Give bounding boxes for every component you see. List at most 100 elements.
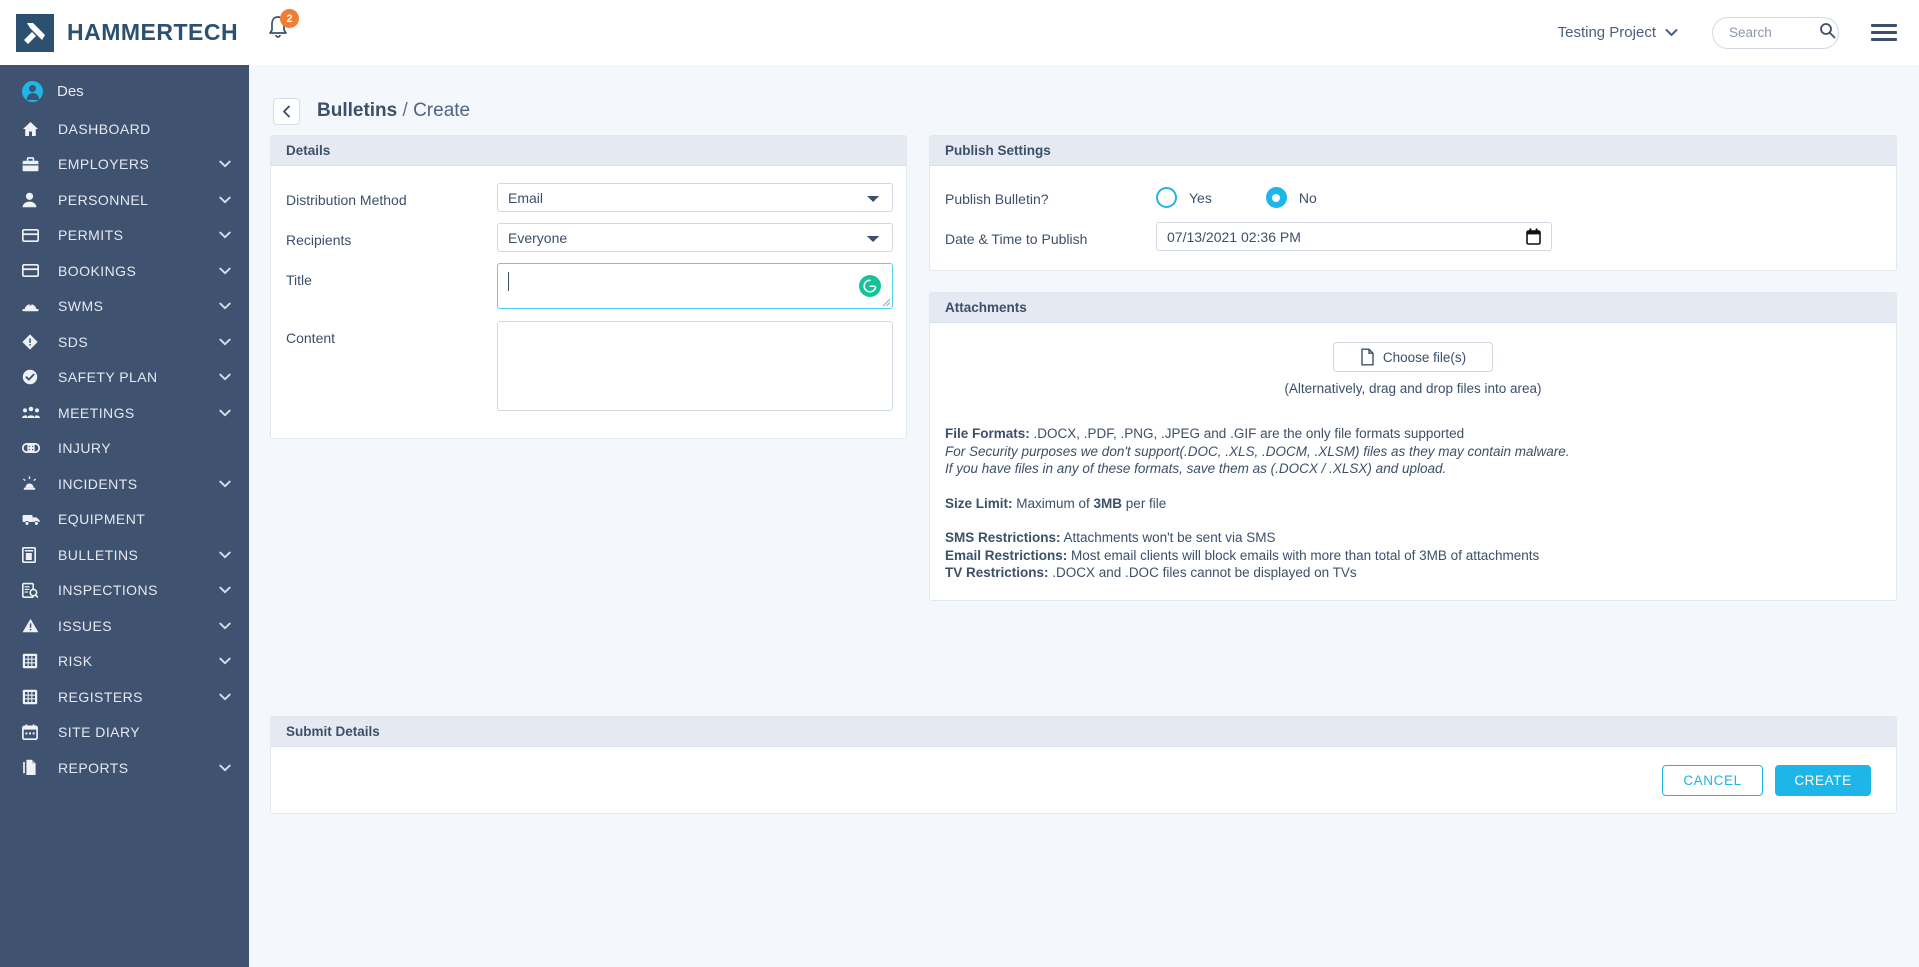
chevron-down-icon[interactable] — [219, 764, 231, 772]
attachments-body: Choose file(s) (Alternatively, drag and … — [930, 323, 1896, 600]
content-textarea[interactable] — [497, 321, 893, 411]
security-line-1-text: For Security purposes we don't support(.… — [945, 443, 1570, 459]
sidebar-item-personnel[interactable]: PERSONNEL — [0, 182, 249, 218]
hamburger-menu-icon[interactable] — [1871, 24, 1897, 41]
attachment-notes: File Formats: .DOCX, .PDF, .PNG, .JPEG a… — [945, 425, 1881, 582]
brand-logo[interactable]: HAMMERTECH — [16, 13, 238, 52]
publish-settings-card: Publish Settings Publish Bulletin? Yes N… — [929, 135, 1897, 271]
publish-radio-no-label[interactable]: No — [1299, 190, 1317, 206]
sidebar-item-meetings[interactable]: MEETINGS — [0, 395, 249, 431]
chevron-down-icon[interactable] — [219, 657, 231, 665]
create-button[interactable]: CREATE — [1775, 764, 1871, 796]
sidebar-item-reports[interactable]: REPORTS — [0, 750, 249, 786]
chevron-down-icon[interactable] — [219, 480, 231, 488]
sidebar-nav: DASHBOARD EMPLOYERS PERSONNEL PERMITS BOOKIN… — [0, 111, 249, 786]
chevron-down-icon[interactable] — [219, 267, 231, 275]
sidebar-item-label: MEETINGS — [58, 404, 135, 421]
size-limit-value: 3MB — [1093, 495, 1123, 511]
chevron-down-icon[interactable] — [219, 231, 231, 239]
sidebar-user-name: Des — [57, 82, 84, 100]
title-input[interactable] — [498, 264, 892, 308]
sidebar-item-label: INCIDENTS — [58, 475, 138, 492]
recipients-select[interactable]: Everyone — [497, 223, 893, 252]
right-column: Publish Settings Publish Bulletin? Yes N… — [929, 135, 1897, 601]
sidebar-item-employers[interactable]: EMPLOYERS — [0, 147, 249, 183]
tv-restrictions-label: TV Restrictions: — [945, 565, 1049, 580]
grid-matrix-icon — [22, 688, 43, 706]
project-selector-label: Testing Project — [1557, 24, 1656, 41]
email-restrictions-note: Email Restrictions: Most email clients w… — [945, 547, 1881, 565]
sidebar-item-sds[interactable]: SDS — [0, 324, 249, 360]
sidebar-item-label: RISK — [58, 653, 93, 670]
chevron-down-icon[interactable] — [219, 160, 231, 168]
cancel-button[interactable]: CANCEL — [1662, 764, 1763, 796]
notifications-button[interactable]: 2 — [265, 9, 301, 49]
chevron-down-icon[interactable] — [219, 586, 231, 594]
publish-radio-yes[interactable] — [1156, 187, 1177, 208]
datetime-input[interactable] — [1157, 227, 1497, 246]
chevron-down-icon[interactable] — [219, 693, 231, 701]
sidebar-item-injury[interactable]: INJURY — [0, 431, 249, 467]
sidebar-item-label: PERMITS — [58, 227, 124, 244]
choose-files-button[interactable]: Choose file(s) — [1333, 342, 1493, 372]
sidebar-item-registers[interactable]: REGISTERS — [0, 679, 249, 715]
sidebar-item-dashboard[interactable]: DASHBOARD — [0, 111, 249, 147]
breadcrumb-root[interactable]: Bulletins — [317, 100, 397, 121]
sms-restrictions-text: Attachments won't be sent via SMS — [1060, 530, 1276, 545]
title-row: Title — [271, 263, 906, 309]
sidebar-item-bulletins[interactable]: BULLETINS — [0, 537, 249, 573]
title-input-wrapper[interactable] — [497, 263, 893, 309]
sidebar-item-safety-plan[interactable]: SAFETY PLAN — [0, 360, 249, 396]
details-card-title: Details — [271, 136, 906, 166]
drag-drop-hint: (Alternatively, drag and drop files into… — [1284, 381, 1542, 396]
chevron-down-icon[interactable] — [219, 196, 231, 204]
bandage-icon — [22, 439, 43, 457]
sidebar-item-equipment[interactable]: EQUIPMENT — [0, 502, 249, 538]
resize-handle[interactable] — [880, 296, 891, 307]
calendar-icon[interactable] — [1526, 228, 1541, 250]
search-box[interactable] — [1712, 16, 1839, 49]
people-group-icon — [22, 404, 43, 422]
sidebar-item-permits[interactable]: PERMITS — [0, 218, 249, 254]
tv-restrictions-text: .DOCX and .DOC files cannot be displayed… — [1048, 565, 1357, 580]
back-button[interactable] — [273, 97, 300, 125]
breadcrumb: Bulletins / Create — [317, 100, 470, 122]
tv-restrictions-note: TV Restrictions: .DOCX and .DOC files ca… — [945, 564, 1881, 582]
sidebar-item-inspections[interactable]: INSPECTIONS — [0, 573, 249, 609]
file-icon — [1361, 348, 1374, 366]
content-label: Content — [286, 330, 336, 346]
datetime-row: Date & Time to Publish — [930, 222, 1896, 251]
search-icon[interactable] — [1819, 22, 1836, 44]
file-formats-text: .DOCX, .PDF, .PNG, .JPEG and .GIF are th… — [1029, 426, 1465, 441]
chevron-down-icon[interactable] — [219, 551, 231, 559]
chevron-down-icon[interactable] — [219, 338, 231, 346]
project-selector[interactable]: Testing Project — [1558, 24, 1678, 41]
sidebar-user[interactable]: Des — [0, 71, 249, 111]
person-icon — [22, 191, 43, 209]
datetime-input-wrapper[interactable] — [1156, 222, 1552, 251]
sidebar-item-site-diary[interactable]: SITE DIARY — [0, 715, 249, 751]
sidebar-item-swms[interactable]: SWMS — [0, 289, 249, 325]
publish-radio-yes-label[interactable]: Yes — [1189, 190, 1212, 206]
chevron-down-icon[interactable] — [219, 373, 231, 381]
sidebar-item-label: REGISTERS — [58, 688, 143, 705]
sidebar-item-label: INSPECTIONS — [58, 582, 158, 599]
sidebar-item-issues[interactable]: ISSUES — [0, 608, 249, 644]
sidebar-item-risk[interactable]: RISK — [0, 644, 249, 680]
publish-radio-no[interactable] — [1265, 187, 1287, 208]
sidebar-item-incidents[interactable]: INCIDENTS — [0, 466, 249, 502]
file-formats-note: File Formats: .DOCX, .PDF, .PNG, .JPEG a… — [945, 425, 1881, 443]
grammarly-icon[interactable] — [859, 275, 881, 297]
search-input[interactable] — [1727, 24, 1819, 41]
chevron-down-icon[interactable] — [219, 409, 231, 417]
distribution-method-select[interactable]: Email — [497, 183, 893, 212]
hazard-diamond-icon — [22, 333, 43, 351]
distribution-method-label: Distribution Method — [286, 192, 407, 208]
sidebar-item-bookings[interactable]: BOOKINGS — [0, 253, 249, 289]
publish-bulletin-row: Publish Bulletin? Yes No — [930, 182, 1896, 208]
chevron-down-icon[interactable] — [219, 302, 231, 310]
chevron-down-icon[interactable] — [219, 622, 231, 630]
file-formats-label: File Formats: — [945, 426, 1030, 441]
email-restrictions-label: Email Restrictions: — [945, 547, 1068, 563]
notes-spacer — [945, 478, 1881, 495]
